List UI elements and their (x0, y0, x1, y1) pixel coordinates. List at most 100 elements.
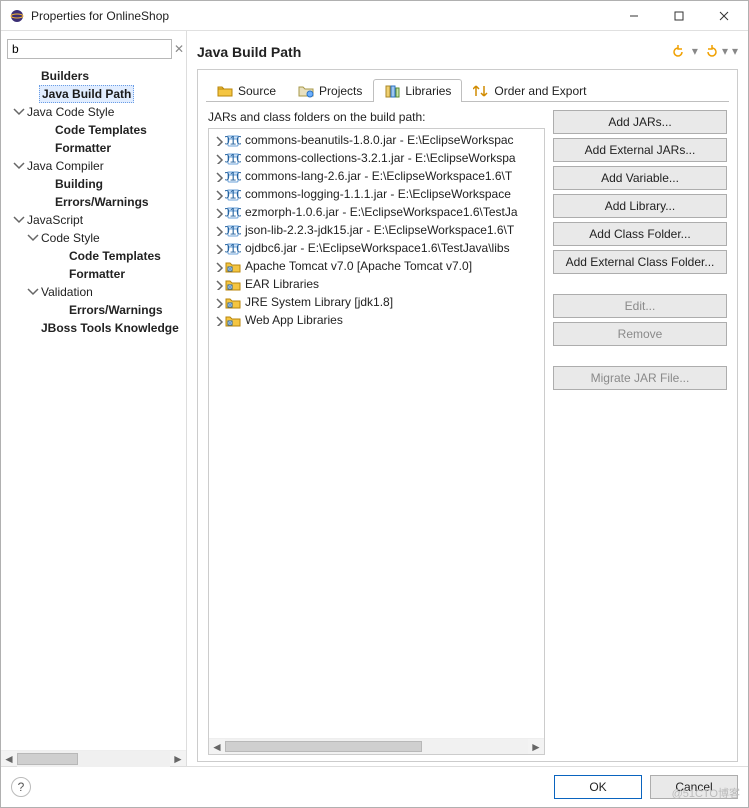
chevron-right-icon[interactable] (211, 206, 225, 218)
add-class-folder-button[interactable]: Add Class Folder... (553, 222, 727, 246)
tree-item[interactable]: JavaScript (5, 211, 186, 229)
build-path-container: SourceProjectsLibrariesOrder and Export … (197, 69, 738, 762)
edit-button[interactable]: Edit... (553, 294, 727, 318)
chevron-right-icon[interactable] (211, 188, 225, 200)
chevron-right-icon[interactable] (211, 296, 225, 308)
list-item[interactable]: EAR Libraries (209, 275, 544, 293)
jar-icon (225, 240, 241, 256)
tab-source[interactable]: Source (206, 79, 287, 102)
tree-item-label: Java Code Style (25, 104, 116, 120)
list-item-label: EAR Libraries (245, 277, 319, 291)
tree-item[interactable]: Code Style (5, 229, 186, 247)
tree-item[interactable]: Errors/Warnings (5, 301, 186, 319)
chevron-right-icon[interactable] (211, 278, 225, 290)
window-title: Properties for OnlineShop (31, 9, 611, 23)
list-item[interactable]: commons-logging-1.1.1.jar - E:\EclipseWo… (209, 185, 544, 203)
add-external-class-folder-button[interactable]: Add External Class Folder... (553, 250, 727, 274)
library-icon (225, 312, 241, 328)
side-buttons: Add JARs... Add External JARs... Add Var… (553, 110, 727, 755)
add-jars-button[interactable]: Add JARs... (553, 110, 727, 134)
source-icon (217, 83, 233, 99)
titlebar: Properties for OnlineShop (1, 1, 748, 31)
tab-label: Order and Export (494, 84, 586, 98)
migrate-jar-button[interactable]: Migrate JAR File... (553, 366, 727, 390)
ok-button[interactable]: OK (554, 775, 642, 799)
clear-filter-icon[interactable]: ✕ (174, 40, 184, 58)
tree-item[interactable]: Building (5, 175, 186, 193)
list-item[interactable]: json-lib-2.2.3-jdk15.jar - E:\EclipseWor… (209, 221, 544, 239)
help-icon[interactable]: ? (11, 777, 31, 797)
list-item[interactable]: commons-collections-3.2.1.jar - E:\Eclip… (209, 149, 544, 167)
category-tree[interactable]: BuildersJava Build PathJava Code Style Co… (1, 65, 186, 750)
tree-item[interactable]: JBoss Tools Knowledge (5, 319, 186, 337)
tab-label: Projects (319, 84, 362, 98)
tab-order[interactable]: Order and Export (462, 79, 597, 102)
tree-item-label: Code Templates (53, 122, 149, 138)
jar-list[interactable]: commons-beanutils-1.8.0.jar - E:\Eclipse… (208, 128, 545, 755)
remove-button[interactable]: Remove (553, 322, 727, 346)
tree-item-label: Code Templates (67, 248, 163, 264)
list-item[interactable]: commons-beanutils-1.8.0.jar - E:\Eclipse… (209, 131, 544, 149)
dropdown-icon[interactable]: ▾ (692, 44, 698, 60)
minimize-button[interactable] (611, 2, 656, 30)
tree-item[interactable]: Java Build Path (5, 85, 186, 103)
tree-item[interactable]: Builders (5, 67, 186, 85)
chevron-down-icon[interactable] (11, 104, 25, 120)
tree-item[interactable]: Formatter (5, 265, 186, 283)
dropdown-icon[interactable]: ▾ (722, 44, 728, 60)
tab-libraries[interactable]: Libraries (373, 79, 462, 102)
chevron-right-icon[interactable] (211, 314, 225, 326)
tree-hscrollbar[interactable]: ◄► (1, 750, 186, 766)
dialog-footer: ? OK Cancel (1, 766, 748, 807)
tree-item[interactable]: Code Templates (5, 247, 186, 265)
tree-item-label: Errors/Warnings (53, 194, 151, 210)
close-button[interactable] (701, 2, 746, 30)
tree-item[interactable]: Errors/Warnings (5, 193, 186, 211)
jar-icon (225, 204, 241, 220)
chevron-right-icon[interactable] (211, 242, 225, 254)
list-item[interactable]: commons-lang-2.6.jar - E:\EclipseWorkspa… (209, 167, 544, 185)
list-item[interactable]: Apache Tomcat v7.0 [Apache Tomcat v7.0] (209, 257, 544, 275)
tree-item-label: Errors/Warnings (67, 302, 165, 318)
libraries-icon (384, 83, 400, 99)
maximize-button[interactable] (656, 2, 701, 30)
jarlist-hscrollbar[interactable]: ◄► (209, 738, 544, 754)
menu-icon[interactable]: ▾ (732, 44, 738, 60)
jar-icon (225, 168, 241, 184)
tree-item[interactable]: Formatter (5, 139, 186, 157)
list-item-label: ezmorph-1.0.6.jar - E:\EclipseWorkspace1… (245, 205, 518, 219)
chevron-right-icon[interactable] (211, 260, 225, 272)
add-variable-button[interactable]: Add Variable... (553, 166, 727, 190)
tree-item-label: Formatter (53, 140, 113, 156)
cancel-button[interactable]: Cancel (650, 775, 738, 799)
chevron-right-icon[interactable] (211, 152, 225, 164)
list-item[interactable]: Web App Libraries (209, 311, 544, 329)
add-library-button[interactable]: Add Library... (553, 194, 727, 218)
list-item[interactable]: JRE System Library [jdk1.8] (209, 293, 544, 311)
tab-projects[interactable]: Projects (287, 79, 373, 102)
list-item-label: json-lib-2.2.3-jdk15.jar - E:\EclipseWor… (245, 223, 514, 237)
list-item[interactable]: ojdbc6.jar - E:\EclipseWorkspace1.6\Test… (209, 239, 544, 257)
chevron-right-icon[interactable] (211, 224, 225, 236)
tree-item[interactable]: Validation (5, 283, 186, 301)
chevron-right-icon[interactable] (211, 170, 225, 182)
tree-item-label: Formatter (67, 266, 127, 282)
chevron-right-icon[interactable] (211, 134, 225, 146)
app-icon (9, 8, 25, 24)
tree-item[interactable]: Code Templates (5, 121, 186, 139)
tree-item-label: Builders (39, 68, 91, 84)
chevron-down-icon[interactable] (25, 230, 39, 246)
tab-label: Libraries (405, 84, 451, 98)
chevron-down-icon[interactable] (11, 158, 25, 174)
list-item[interactable]: ezmorph-1.0.6.jar - E:\EclipseWorkspace1… (209, 203, 544, 221)
tree-item-label: Validation (39, 284, 95, 300)
tree-item[interactable]: Java Compiler (5, 157, 186, 175)
chevron-down-icon[interactable] (25, 284, 39, 300)
add-external-jars-button[interactable]: Add External JARs... (553, 138, 727, 162)
back-icon[interactable] (672, 44, 688, 60)
tree-item[interactable]: Java Code Style (5, 103, 186, 121)
filter-input[interactable] (7, 39, 172, 59)
forward-icon[interactable] (702, 44, 718, 60)
tree-item-label: Java Build Path (39, 85, 134, 103)
chevron-down-icon[interactable] (11, 212, 25, 228)
